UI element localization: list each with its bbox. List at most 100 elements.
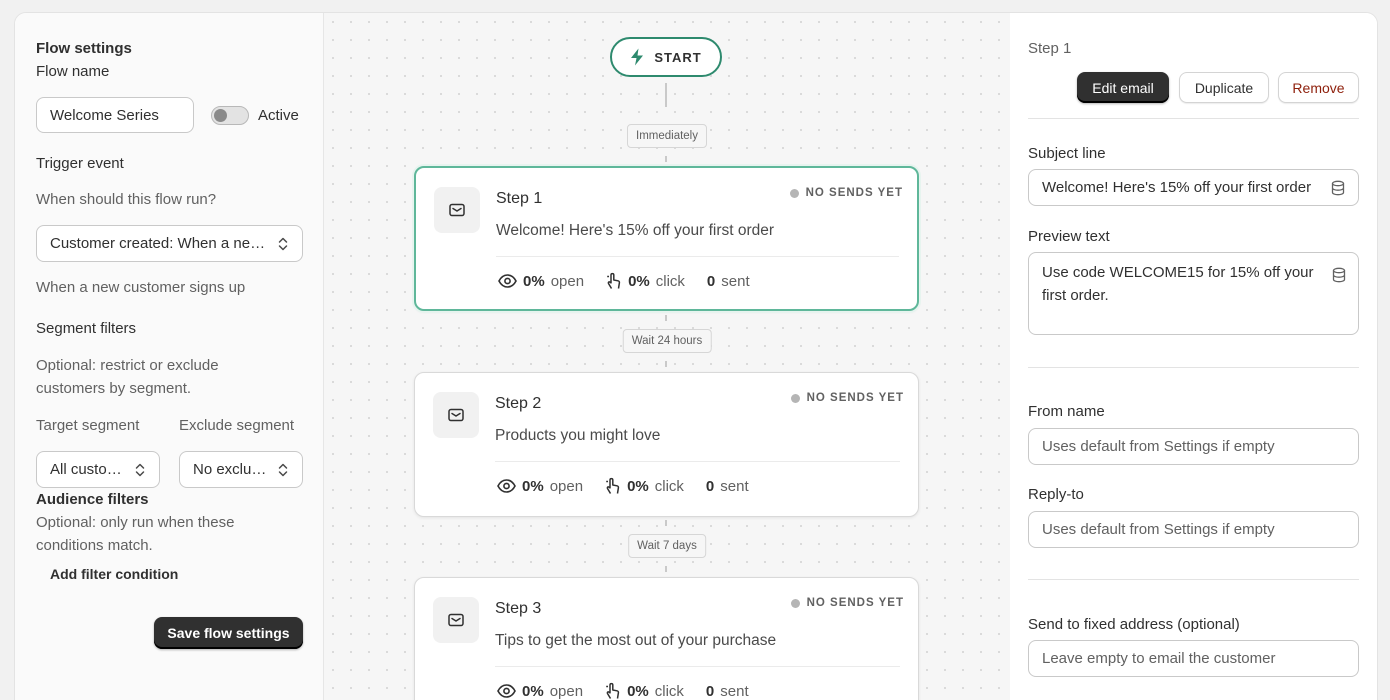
reply-to-input[interactable]: Uses default from Settings if empty: [1028, 511, 1359, 548]
step-card-1[interactable]: Step 1 Welcome! Here's 15% off your firs…: [414, 166, 919, 311]
status-badge: NO SENDS YET: [789, 187, 903, 199]
exclude-segment-select[interactable]: No exclusion: [179, 451, 303, 488]
audience-title: Audience filters: [36, 491, 149, 508]
status-text: NO SENDS YET: [806, 597, 904, 609]
click-stat: 0% click: [605, 477, 684, 495]
step-label: Step 3: [495, 600, 542, 617]
sent-count: 0: [705, 477, 715, 495]
start-node[interactable]: START: [610, 37, 722, 77]
email-icon-box: [434, 187, 480, 233]
wait-label: Immediately: [627, 124, 707, 148]
lightning-icon: [631, 48, 644, 66]
status-dot: [790, 393, 800, 403]
audience-help: Optional: only run when these conditions…: [36, 514, 235, 554]
segment-title: Segment filters: [36, 320, 137, 337]
open-pct: 0%: [523, 272, 545, 290]
duplicate-button[interactable]: Duplicate: [1179, 72, 1269, 103]
section-divider: [1028, 367, 1359, 368]
sent-label: sent: [720, 682, 749, 700]
reply-to-label: Reply-to: [1028, 486, 1084, 503]
sent-count: 0: [705, 682, 715, 700]
preview-text-label: Preview text: [1028, 228, 1110, 245]
edit-email-button[interactable]: Edit email: [1077, 72, 1169, 103]
preview-text-value: Use code WELCOME15 for 15% off your firs…: [1042, 264, 1314, 304]
trigger-question: When should this flow run?: [36, 191, 217, 208]
eye-icon: [498, 274, 517, 288]
section-divider: [1028, 118, 1359, 119]
pointer-click-icon: [607, 272, 621, 289]
trigger-select-value: Customer created: When a new customer si…: [50, 235, 271, 252]
step-card-2[interactable]: Step 2 Products you might love NO SENDS …: [414, 372, 919, 517]
card-divider: [495, 666, 900, 667]
open-stat: 0% open: [497, 478, 583, 495]
sent-label: sent: [721, 272, 750, 290]
open-label: open: [549, 682, 584, 700]
select-chevron-icon: [278, 237, 288, 250]
click-label: click: [654, 682, 684, 700]
sent-count: 0: [706, 272, 716, 290]
step-label: Step 2: [495, 395, 542, 412]
click-pct: 0%: [628, 272, 650, 290]
open-pct: 0%: [522, 682, 544, 700]
click-label: click: [655, 272, 685, 290]
fixed-address-input[interactable]: Leave empty to email the customer: [1028, 640, 1359, 677]
trigger-help: When a new customer signs up: [36, 279, 246, 296]
trigger-select[interactable]: Customer created: When a new customer si…: [36, 225, 303, 262]
connector-line: [665, 156, 667, 162]
step-stats: 0% open 0% click 0 sent: [497, 477, 749, 495]
connector-line: [665, 315, 667, 321]
flow-settings-title: Flow settings: [36, 40, 132, 57]
connector-line: [665, 83, 667, 107]
open-stat: 0% open: [498, 273, 584, 290]
save-flow-settings-button[interactable]: Save flow settings: [154, 617, 303, 649]
pointer-click-icon: [606, 682, 620, 699]
step-card-3[interactable]: Step 3 Tips to get the most out of your …: [414, 577, 919, 700]
remove-button[interactable]: Remove: [1278, 72, 1359, 103]
click-stat: 0% click: [605, 682, 684, 700]
exclude-segment-label: Exclude segment: [179, 417, 295, 434]
select-chevron-icon: [278, 463, 288, 476]
subject-line-input[interactable]: Welcome! Here's 15% off your first order: [1028, 169, 1359, 206]
status-dot: [789, 188, 799, 198]
app-frame: Flow settings Flow name Welcome Series A…: [14, 12, 1378, 700]
envelope-icon: [448, 408, 464, 422]
wait-label: Wait 24 hours: [622, 329, 712, 353]
step-stats: 0% open 0% click 0 sent: [498, 272, 750, 290]
active-toggle[interactable]: [211, 106, 249, 125]
sent-stat: 0 sent: [706, 683, 749, 700]
start-label: START: [654, 49, 702, 65]
database-icon[interactable]: [1332, 267, 1346, 283]
click-pct: 0%: [627, 682, 649, 700]
card-divider: [495, 461, 900, 462]
database-icon[interactable]: [1331, 180, 1345, 196]
wait-label: Wait 7 days: [628, 534, 706, 558]
step-details-panel: Step 1 Edit email Duplicate Remove Subje…: [1010, 13, 1377, 700]
trigger-title: Trigger event: [36, 155, 124, 172]
open-label: open: [550, 272, 585, 290]
connector-line: [665, 520, 667, 526]
sent-stat: 0 sent: [707, 273, 750, 290]
step-subject: Products you might love: [495, 427, 661, 444]
step-stats: 0% open 0% click 0 sent: [497, 682, 749, 700]
step-subject: Tips to get the most out of your purchas…: [495, 632, 777, 649]
open-pct: 0%: [522, 477, 544, 495]
active-label: Active: [258, 107, 299, 124]
pointer-click-icon: [606, 477, 620, 494]
email-icon-box: [433, 597, 479, 643]
target-segment-select[interactable]: All customers: [36, 451, 160, 488]
click-stat: 0% click: [606, 272, 685, 290]
from-name-input[interactable]: Uses default from Settings if empty: [1028, 428, 1359, 465]
status-badge: NO SENDS YET: [790, 597, 904, 609]
step-label: Step 1: [496, 190, 543, 207]
eye-icon: [497, 479, 516, 493]
preview-text-input[interactable]: Use code WELCOME15 for 15% off your firs…: [1028, 252, 1359, 335]
add-filter-condition-button[interactable]: Add filter condition: [50, 566, 178, 582]
open-stat: 0% open: [497, 683, 583, 700]
open-label: open: [549, 477, 584, 495]
target-segment-value: All customers: [50, 461, 128, 478]
fixed-address-label: Send to fixed address (optional): [1028, 616, 1240, 633]
from-name-label: From name: [1028, 403, 1105, 420]
eye-icon: [497, 684, 516, 698]
flow-name-input[interactable]: Welcome Series: [36, 97, 194, 133]
step-subject: Welcome! Here's 15% off your first order: [496, 222, 775, 239]
